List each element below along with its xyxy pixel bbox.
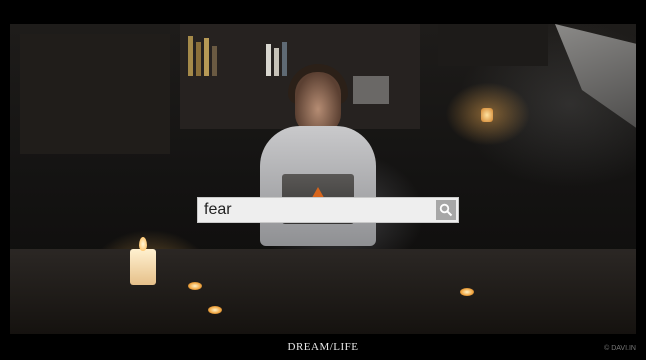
book <box>212 46 217 76</box>
search-icon <box>439 203 453 217</box>
video-frame: fear DREAM/LIFE © DAVI.IN <box>0 0 646 360</box>
shelf-right <box>438 24 548 66</box>
candle <box>130 249 156 285</box>
lamp <box>481 108 493 122</box>
book <box>188 36 193 76</box>
footer-title: DREAM/LIFE <box>287 341 359 353</box>
book <box>266 44 271 76</box>
candle-flame <box>139 237 147 251</box>
picture-frame <box>353 76 389 104</box>
book <box>204 38 209 76</box>
shelf-left <box>20 34 170 154</box>
copyright-credit: © DAVI.IN <box>604 345 636 352</box>
book <box>196 42 201 76</box>
desk <box>10 249 636 334</box>
tea-light <box>460 288 474 296</box>
search-button[interactable] <box>436 200 456 220</box>
search-input-text[interactable]: fear <box>204 200 232 220</box>
photo-umbrella <box>555 24 636 134</box>
book <box>282 42 287 76</box>
video-scene <box>10 24 636 334</box>
book <box>274 48 279 76</box>
tea-light <box>188 282 202 290</box>
person-head <box>295 72 341 134</box>
search-bar[interactable]: fear <box>197 197 459 223</box>
tea-light <box>208 306 222 314</box>
